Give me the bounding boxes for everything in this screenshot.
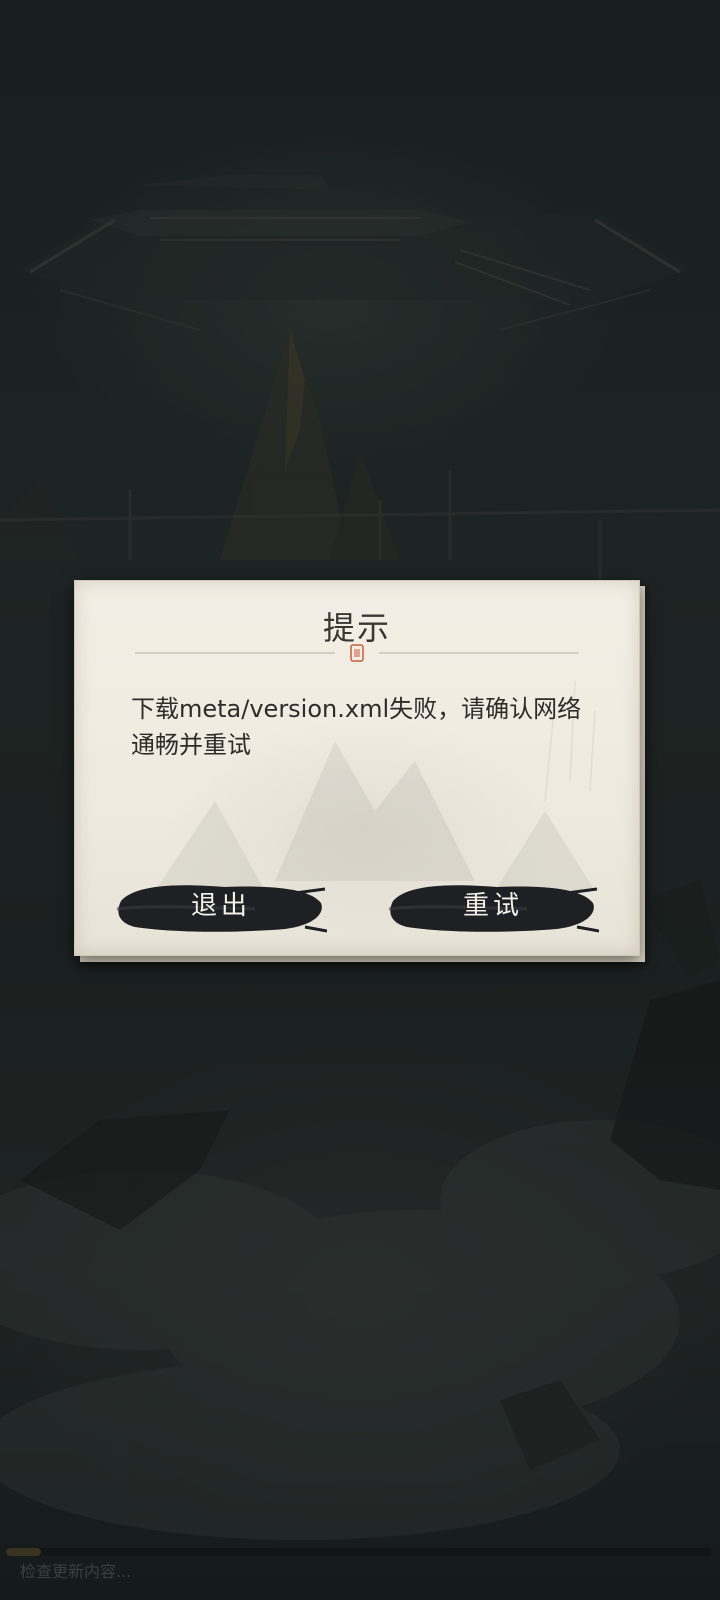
loading-progress-fill: [6, 1548, 42, 1556]
loading-screen: 提示 下载meta/version.xml失败，请确认网络通畅并重试 退出 重试…: [0, 0, 720, 1600]
dialog-message: 下载meta/version.xml失败，请确认网络通畅并重试: [131, 695, 582, 759]
exit-button-label: 退出: [190, 891, 251, 921]
title-divider: [135, 644, 579, 662]
loading-progress-bar: [6, 1548, 712, 1556]
loading-status-text: 检查更新内容...: [20, 1562, 132, 1581]
retry-button[interactable]: 重试: [387, 879, 599, 935]
seal-icon: [350, 644, 364, 662]
dialog-paper: 提示 下载meta/version.xml失败，请确认网络通畅并重试 退出 重试: [74, 580, 640, 956]
error-dialog: 提示 下载meta/version.xml失败，请确认网络通畅并重试 退出 重试: [74, 580, 645, 962]
retry-button-label: 重试: [462, 891, 523, 921]
exit-button[interactable]: 退出: [115, 879, 327, 935]
